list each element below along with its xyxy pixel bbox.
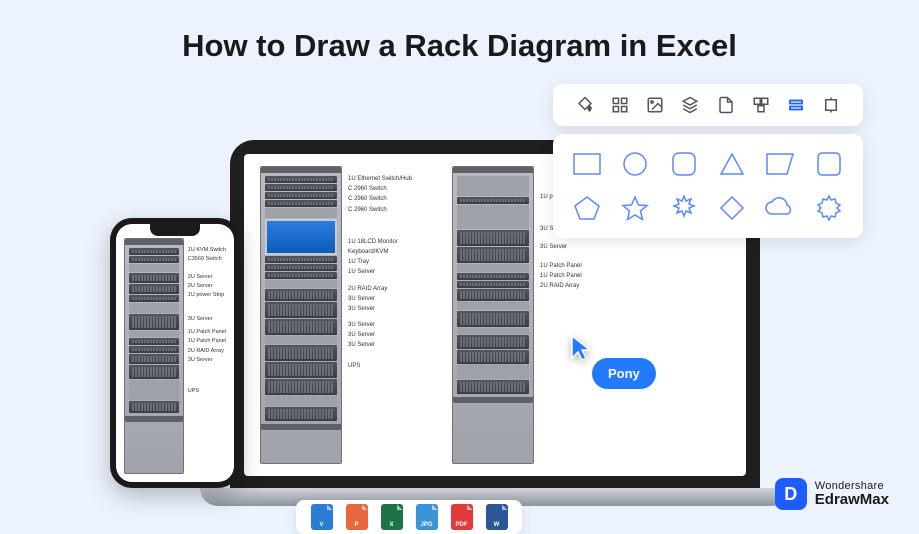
- rack-label: Keyboard/KVM: [348, 247, 412, 257]
- shape-gear[interactable]: [811, 190, 847, 226]
- rack-label: UPS: [348, 361, 412, 371]
- rack-label: 3U Server: [348, 340, 412, 350]
- fill-icon[interactable]: [576, 96, 594, 114]
- brand-bottom-text: EdrawMax: [815, 492, 889, 509]
- rack-label: 2U Server: [188, 273, 226, 282]
- grid-icon[interactable]: [611, 96, 629, 114]
- shape-triangle[interactable]: [714, 146, 750, 182]
- rack-label: 1U Ethernet Switch/Hub: [348, 174, 412, 184]
- rack-label: C 2960 Switch: [348, 205, 412, 215]
- rack-label: 1U power Strip: [188, 291, 226, 300]
- rack-label: 3U Server: [348, 320, 412, 330]
- rack-label: 3U Server: [348, 294, 412, 304]
- phone-screen: 1U KVM Switch C3560 Switch 2U Server 2U …: [116, 224, 234, 482]
- rack-label: 1U Server: [348, 267, 412, 277]
- rack-label: 2U Server: [188, 282, 226, 291]
- format-pdf[interactable]: PDF: [451, 504, 473, 530]
- shape-pentagon[interactable]: [569, 190, 605, 226]
- brand-logo-icon: D: [775, 478, 807, 510]
- align-icon[interactable]: [752, 96, 770, 114]
- rack-label: 3U Server: [188, 315, 226, 324]
- shape-burst[interactable]: [666, 190, 702, 226]
- rack-label: UPS: [188, 387, 226, 396]
- frame-icon[interactable]: [822, 96, 840, 114]
- rack-column-left: 1U Ethernet Switch/Hub C 2960 Switch C 2…: [260, 166, 412, 464]
- shapes-panel: [553, 134, 863, 238]
- phone-rack: [124, 238, 184, 474]
- rack-label: 3U Server: [188, 356, 226, 365]
- format-powerpoint[interactable]: P: [346, 504, 368, 530]
- brand: D Wondershare EdrawMax: [775, 478, 889, 510]
- shapes-icon[interactable]: [787, 96, 805, 114]
- format-word[interactable]: W: [486, 504, 508, 530]
- format-excel[interactable]: X: [381, 504, 403, 530]
- rack-2: [452, 166, 534, 464]
- rack-label: 1U KVM Switch: [188, 246, 226, 255]
- rack-label: 1U Patch Panel: [540, 271, 582, 281]
- export-formats: V P X JPG PDF W: [296, 500, 522, 534]
- format-visio[interactable]: V: [311, 504, 333, 530]
- rack-label: 1U Patch Panel: [188, 337, 226, 346]
- shape-callout[interactable]: [762, 146, 798, 182]
- shape-square[interactable]: [811, 146, 847, 182]
- shape-roundrect[interactable]: [666, 146, 702, 182]
- brand-top-text: Wondershare: [815, 480, 889, 492]
- rack-label: 1U Tray: [348, 257, 412, 267]
- shape-star[interactable]: [617, 190, 653, 226]
- format-jpg[interactable]: JPG: [416, 504, 438, 530]
- cursor-label-pill: Pony: [592, 358, 656, 389]
- rack-label: 2U RAID Array: [188, 347, 226, 356]
- shape-diamond[interactable]: [714, 190, 750, 226]
- phone-labels: 1U KVM Switch C3560 Switch 2U Server 2U …: [188, 238, 226, 474]
- cursor-icon: [570, 334, 594, 367]
- rack-label: 1U 18LCD Monitor: [348, 237, 412, 247]
- rack-label: 1U Patch Panel: [540, 261, 582, 271]
- image-icon[interactable]: [646, 96, 664, 114]
- rack-1: [260, 166, 342, 464]
- page-title: How to Draw a Rack Diagram in Excel: [0, 0, 919, 64]
- layers-icon[interactable]: [681, 96, 699, 114]
- shape-cloud[interactable]: [762, 190, 798, 226]
- rack-label: 2U RAID Array: [348, 284, 412, 294]
- shape-circle[interactable]: [617, 146, 653, 182]
- rack-label: C 2960 Switch: [348, 194, 412, 204]
- rack-label: 3U Server: [348, 330, 412, 340]
- shape-rect[interactable]: [569, 146, 605, 182]
- rack-label: C 2960 Switch: [348, 184, 412, 194]
- rack-label: 1U Patch Panel: [188, 328, 226, 337]
- phone-frame: 1U KVM Switch C3560 Switch 2U Server 2U …: [110, 218, 240, 488]
- page-icon[interactable]: [717, 96, 735, 114]
- rack-label: 2U RAID Array: [540, 281, 582, 291]
- rack-label: C3560 Switch: [188, 255, 226, 264]
- rack-label: 3U Server: [348, 304, 412, 314]
- toolbar: [553, 84, 863, 126]
- rack-label: 3U Server: [540, 242, 582, 252]
- rack-1-labels: 1U Ethernet Switch/Hub C 2960 Switch C 2…: [348, 166, 412, 464]
